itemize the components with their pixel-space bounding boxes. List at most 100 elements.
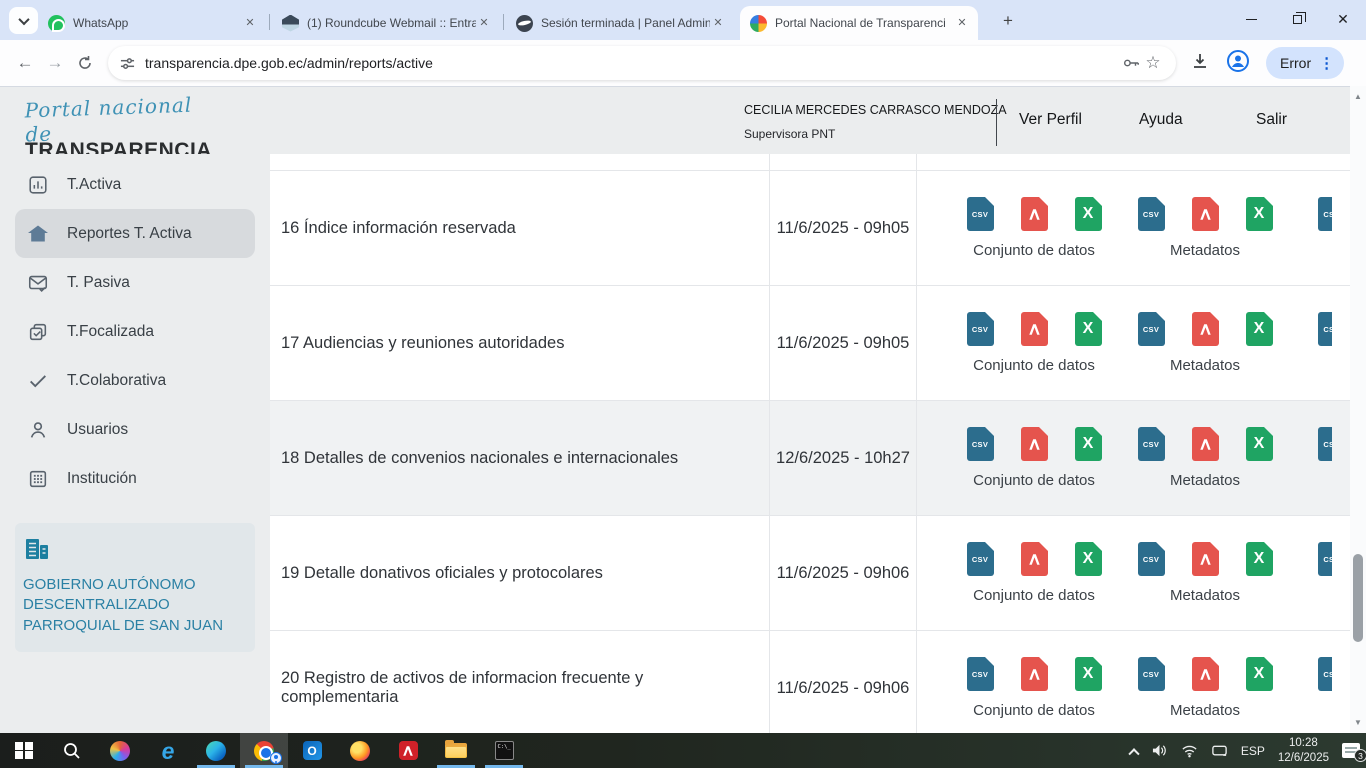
chrome-button[interactable]: [240, 733, 288, 768]
excel-file-icon[interactable]: X: [1246, 427, 1273, 461]
clipped-csv-icon[interactable]: CSV: [1318, 427, 1332, 461]
sync-error-chip[interactable]: Error ⋮: [1266, 47, 1344, 79]
pdf-file-icon[interactable]: [1192, 542, 1219, 576]
start-button[interactable]: [0, 733, 48, 768]
csv-file-icon[interactable]: CSV: [967, 197, 994, 231]
notification-center-button[interactable]: 3: [1342, 743, 1360, 758]
internet-explorer-button[interactable]: e: [144, 733, 192, 768]
close-icon[interactable]: ✕: [954, 15, 970, 31]
metadata-downloads[interactable]: CSV X Metadatos: [1135, 427, 1275, 489]
dataset-downloads[interactable]: CSV X Conjunto de datos: [949, 197, 1119, 259]
excel-file-icon[interactable]: X: [1246, 657, 1273, 691]
metadata-downloads[interactable]: CSV X Metadatos: [1135, 657, 1275, 719]
metadata-downloads[interactable]: CSV X Metadatos: [1135, 312, 1275, 374]
back-button[interactable]: ←: [10, 48, 40, 78]
firefox-button[interactable]: [336, 733, 384, 768]
close-icon[interactable]: ✕: [476, 15, 492, 31]
pdf-file-icon[interactable]: [1192, 657, 1219, 691]
excel-file-icon[interactable]: X: [1075, 542, 1102, 576]
pdf-file-icon[interactable]: [1021, 427, 1048, 461]
excel-file-icon[interactable]: X: [1075, 427, 1102, 461]
sidebar-item-t-colaborativa[interactable]: T.Colaborativa: [15, 356, 255, 405]
bookmark-button[interactable]: ☆: [1142, 53, 1164, 73]
logout-link[interactable]: Salir: [1256, 111, 1287, 129]
site-settings-icon[interactable]: [120, 56, 135, 71]
display-connect-button[interactable]: [1211, 744, 1228, 758]
sidebar-item-reportes-t-activa[interactable]: Reportes T. Activa: [15, 209, 255, 258]
copilot-button[interactable]: [96, 733, 144, 768]
pdf-file-icon[interactable]: [1021, 657, 1048, 691]
excel-file-icon[interactable]: X: [1075, 197, 1102, 231]
pdf-file-icon[interactable]: [1192, 312, 1219, 346]
csv-file-icon[interactable]: CSV: [1138, 542, 1165, 576]
scrollbar-thumb[interactable]: [1353, 554, 1363, 642]
restore-button[interactable]: [1274, 0, 1320, 38]
pdf-file-icon[interactable]: [1021, 197, 1048, 231]
volume-button[interactable]: [1151, 743, 1168, 758]
csv-file-icon[interactable]: CSV: [1138, 657, 1165, 691]
clipped-csv-icon[interactable]: CSV: [1318, 542, 1332, 576]
file-explorer-button[interactable]: [432, 733, 480, 768]
clipped-csv-icon[interactable]: CSV: [1318, 312, 1332, 346]
sidebar-item-institucion[interactable]: Institución: [15, 454, 255, 503]
passwords-button[interactable]: [1120, 54, 1142, 72]
taskbar-search-button[interactable]: [48, 733, 96, 768]
sidebar-item-t-focalizada[interactable]: T.Focalizada: [15, 307, 255, 356]
page-scrollbar[interactable]: ▲ ▼: [1350, 86, 1366, 733]
sidebar-item-usuarios[interactable]: Usuarios: [15, 405, 255, 454]
csv-file-icon[interactable]: CSV: [967, 657, 994, 691]
pdf-file-icon[interactable]: [1021, 312, 1048, 346]
dataset-downloads[interactable]: CSV X Conjunto de datos: [949, 542, 1119, 604]
network-button[interactable]: [1181, 744, 1198, 758]
excel-file-icon[interactable]: X: [1246, 542, 1273, 576]
tab-portal-active[interactable]: Portal Nacional de Transparenci ✕: [740, 6, 978, 40]
dataset-downloads[interactable]: CSV X Conjunto de datos: [949, 427, 1119, 489]
new-tab-button[interactable]: +: [996, 9, 1020, 33]
tab-search-button[interactable]: [9, 7, 38, 34]
sidebar-item-t-pasiva[interactable]: T. Pasiva: [15, 258, 255, 307]
tab-whatsapp[interactable]: WhatsApp ✕: [38, 6, 266, 40]
metadata-downloads[interactable]: CSV X Metadatos: [1135, 542, 1275, 604]
csv-file-icon[interactable]: CSV: [967, 427, 994, 461]
institution-card[interactable]: GOBIERNO AUTÓNOMO DESCENTRALIZADO PARROQ…: [15, 523, 255, 652]
tab-roundcube[interactable]: (1) Roundcube Webmail :: Entra ✕: [272, 6, 500, 40]
metadata-downloads[interactable]: CSV X Metadatos: [1135, 197, 1275, 259]
terminal-button[interactable]: C:\_: [480, 733, 528, 768]
language-indicator[interactable]: ESP: [1241, 744, 1265, 758]
edge-button[interactable]: [192, 733, 240, 768]
address-bar[interactable]: transparencia.dpe.gob.ec/admin/reports/a…: [108, 46, 1176, 80]
menu-kebab-icon[interactable]: ⋮: [1319, 54, 1334, 72]
url-text[interactable]: transparencia.dpe.gob.ec/admin/reports/a…: [145, 55, 1120, 71]
help-link[interactable]: Ayuda: [1139, 111, 1183, 129]
csv-file-icon[interactable]: CSV: [1138, 427, 1165, 461]
excel-file-icon[interactable]: X: [1246, 312, 1273, 346]
clipped-csv-icon[interactable]: CSV: [1318, 657, 1332, 691]
reload-button[interactable]: [70, 48, 100, 78]
tray-expand-button[interactable]: [1130, 747, 1138, 755]
excel-file-icon[interactable]: X: [1246, 197, 1273, 231]
excel-file-icon[interactable]: X: [1075, 657, 1102, 691]
tab-session[interactable]: Sesión terminada | Panel Admin ✕: [506, 6, 734, 40]
scroll-up-icon[interactable]: ▲: [1350, 92, 1366, 101]
close-icon[interactable]: ✕: [242, 15, 258, 31]
pdf-file-icon[interactable]: [1192, 197, 1219, 231]
csv-file-icon[interactable]: CSV: [1138, 197, 1165, 231]
sidebar-item-t-activa[interactable]: T.Activa: [15, 160, 255, 209]
profile-button[interactable]: [1226, 49, 1250, 78]
pdf-file-icon[interactable]: [1192, 427, 1219, 461]
dataset-downloads[interactable]: CSV X Conjunto de datos: [949, 657, 1119, 719]
view-profile-link[interactable]: Ver Perfil: [1019, 111, 1082, 129]
csv-file-icon[interactable]: CSV: [1138, 312, 1165, 346]
scroll-down-icon[interactable]: ▼: [1350, 718, 1366, 727]
close-window-button[interactable]: ✕: [1320, 0, 1366, 38]
csv-file-icon[interactable]: CSV: [967, 542, 994, 576]
csv-file-icon[interactable]: CSV: [967, 312, 994, 346]
acrobat-button[interactable]: [384, 733, 432, 768]
forward-button[interactable]: →: [40, 48, 70, 78]
clipped-csv-icon[interactable]: CSV: [1318, 197, 1332, 231]
excel-file-icon[interactable]: X: [1075, 312, 1102, 346]
pdf-file-icon[interactable]: [1021, 542, 1048, 576]
minimize-button[interactable]: [1228, 0, 1274, 38]
dataset-downloads[interactable]: CSV X Conjunto de datos: [949, 312, 1119, 374]
close-icon[interactable]: ✕: [710, 15, 726, 31]
